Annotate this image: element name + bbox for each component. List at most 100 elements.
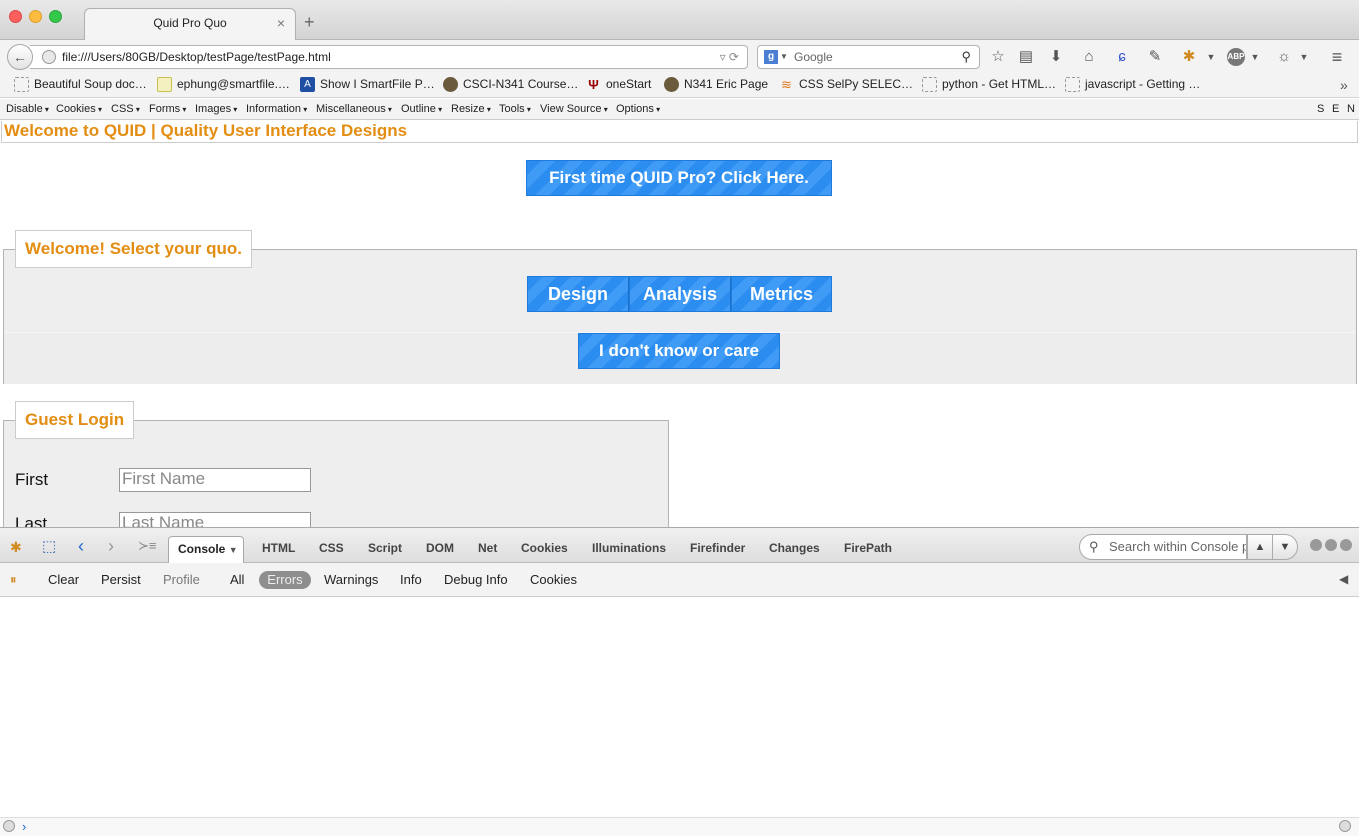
bookmark-item[interactable]: Beautiful Soup doc…: [14, 77, 147, 92]
persist-button[interactable]: Persist: [101, 572, 141, 587]
menu-information[interactable]: Information: [246, 103, 307, 115]
bookmark-item[interactable]: python - Get HTML…: [922, 77, 1056, 92]
console-search-input[interactable]: ⚲ Search within Console panel: [1079, 534, 1247, 560]
zoom-window-button[interactable]: [49, 10, 62, 23]
menu-images[interactable]: Images: [195, 103, 237, 115]
detach-panel-icon[interactable]: [1325, 539, 1337, 551]
downloads-icon[interactable]: ⬇: [1047, 48, 1065, 66]
menu-icon[interactable]: ≡: [1328, 48, 1346, 66]
menu-view-source[interactable]: View Source: [540, 103, 608, 115]
menu-miscellaneous[interactable]: Miscellaneous: [316, 103, 392, 115]
filter-errors-button[interactable]: Errors: [259, 571, 311, 589]
profile-button[interactable]: Profile: [163, 572, 200, 587]
filter-all-button[interactable]: All: [230, 572, 244, 587]
tab-illuminations[interactable]: Illuminations: [592, 541, 666, 555]
sync-icon[interactable]: ɕ: [1113, 48, 1131, 66]
home-icon[interactable]: ⌂: [1080, 48, 1098, 66]
menu-outline[interactable]: Outline: [401, 103, 442, 115]
chevron-down-icon: ▼: [228, 545, 238, 555]
inspect-icon[interactable]: ⬚: [42, 537, 56, 555]
first-time-button[interactable]: First time QUID Pro? Click Here.: [526, 160, 832, 196]
design-button[interactable]: Design: [527, 276, 629, 312]
bookmarks-overflow-icon[interactable]: »: [1340, 77, 1348, 93]
minimize-panel-icon[interactable]: [1310, 539, 1322, 551]
bookmark-item[interactable]: javascript - Getting …: [1065, 77, 1200, 92]
dont-care-button[interactable]: I don't know or care: [578, 333, 780, 369]
first-name-input[interactable]: First Name: [119, 468, 311, 492]
tab-cookies[interactable]: Cookies: [521, 541, 568, 555]
tab-close-icon[interactable]: ×: [277, 9, 285, 37]
firebug-icon[interactable]: ✱: [10, 539, 22, 556]
first-name-label: First: [15, 470, 49, 489]
google-icon[interactable]: g: [764, 50, 778, 64]
chevron-down-icon[interactable]: ▼: [1295, 48, 1313, 66]
tab-firefinder[interactable]: Firefinder: [690, 541, 745, 555]
command-line[interactable]: ›: [0, 817, 1359, 836]
edit-icon[interactable]: ✎: [1146, 48, 1164, 66]
settings-icon[interactable]: ☼: [1275, 48, 1293, 66]
filter-debug-info-button[interactable]: Debug Info: [444, 572, 508, 587]
bookmark-item[interactable]: ΨoneStart: [586, 77, 651, 92]
forward-arrow-icon[interactable]: ›: [108, 536, 114, 557]
status-n[interactable]: N: [1347, 103, 1355, 115]
options-icon[interactable]: [3, 820, 15, 832]
back-arrow-icon[interactable]: ‹: [78, 536, 84, 557]
filter-info-button[interactable]: Info: [400, 572, 422, 587]
bookmarks-list-icon[interactable]: ▤: [1017, 48, 1035, 66]
status-s[interactable]: S: [1317, 103, 1324, 115]
tab-html[interactable]: HTML: [262, 541, 295, 555]
tab-console[interactable]: Console ▼: [168, 536, 244, 564]
break-on-error-icon[interactable]: ⏸: [10, 572, 17, 588]
search-icon[interactable]: ⚲: [961, 46, 971, 68]
status-e[interactable]: E: [1332, 103, 1339, 115]
menu-tools[interactable]: Tools: [499, 103, 531, 115]
tab-script[interactable]: Script: [368, 541, 402, 555]
back-button[interactable]: ←: [7, 44, 33, 70]
menu-css[interactable]: CSS: [111, 103, 140, 115]
expand-command-line-icon[interactable]: [1339, 820, 1351, 832]
browser-tab[interactable]: Quid Pro Quo ×: [84, 8, 296, 40]
toggle-side-panel-icon[interactable]: ◀: [1339, 572, 1348, 586]
filter-cookies-button[interactable]: Cookies: [530, 572, 577, 587]
tab-changes[interactable]: Changes: [769, 541, 820, 555]
chevron-down-icon[interactable]: ▼: [1202, 48, 1220, 66]
adblock-icon[interactable]: ABP: [1227, 48, 1245, 66]
search-next-button[interactable]: ▼: [1272, 534, 1298, 560]
last-name-input[interactable]: Last Name: [119, 512, 311, 527]
bookmark-item[interactable]: N341 Eric Page: [664, 77, 769, 92]
bookmark-item[interactable]: ≋ CSS SelPy SELEC…: [779, 77, 914, 92]
tab-title: Quid Pro Quo: [153, 16, 227, 30]
bookmark-item[interactable]: A Show I SmartFile P…: [300, 77, 435, 92]
minimize-window-button[interactable]: [29, 10, 42, 23]
reload-icon[interactable]: ▿ ⟳: [720, 46, 739, 68]
chevron-down-icon[interactable]: ▼: [780, 46, 788, 68]
menu-forms[interactable]: Forms: [149, 103, 186, 115]
tab-dom[interactable]: DOM: [426, 541, 454, 555]
tab-net[interactable]: Net: [478, 541, 497, 555]
command-editor-icon[interactable]: ≻≡: [138, 538, 156, 554]
tab-firepath[interactable]: FirePath: [844, 541, 892, 555]
bookmark-item[interactable]: ephung@smartfile.…: [157, 77, 290, 92]
filter-warnings-button[interactable]: Warnings: [324, 572, 378, 587]
bookmark-item[interactable]: CSCI-N341 Course…: [443, 77, 578, 92]
menu-resize[interactable]: Resize: [451, 103, 491, 115]
menu-options[interactable]: Options: [616, 103, 660, 115]
close-window-button[interactable]: [9, 10, 22, 23]
search-box[interactable]: g ▼ Google ⚲: [757, 45, 980, 69]
bookmark-star-icon[interactable]: ☆: [989, 48, 1007, 66]
tab-css[interactable]: CSS: [319, 541, 344, 555]
metrics-button[interactable]: Metrics: [731, 276, 832, 312]
menu-cookies[interactable]: Cookies: [56, 103, 102, 115]
clear-button[interactable]: Clear: [48, 572, 79, 587]
search-previous-button[interactable]: ▲: [1247, 534, 1273, 560]
bookmark-label: N341 Eric Page: [684, 77, 769, 91]
firebug-icon[interactable]: ✱: [1180, 48, 1198, 66]
analysis-button[interactable]: Analysis: [629, 276, 731, 312]
url-bar[interactable]: file:///Users/80GB/Desktop/testPage/test…: [30, 45, 748, 69]
last-name-label: Last: [15, 514, 48, 527]
new-tab-button[interactable]: +: [304, 12, 315, 33]
chevron-down-icon[interactable]: ▼: [1246, 48, 1264, 66]
close-panel-icon[interactable]: [1340, 539, 1352, 551]
menu-disable[interactable]: Disable: [6, 103, 49, 115]
bookmark-label: CSS SelPy SELEC…: [799, 77, 914, 91]
